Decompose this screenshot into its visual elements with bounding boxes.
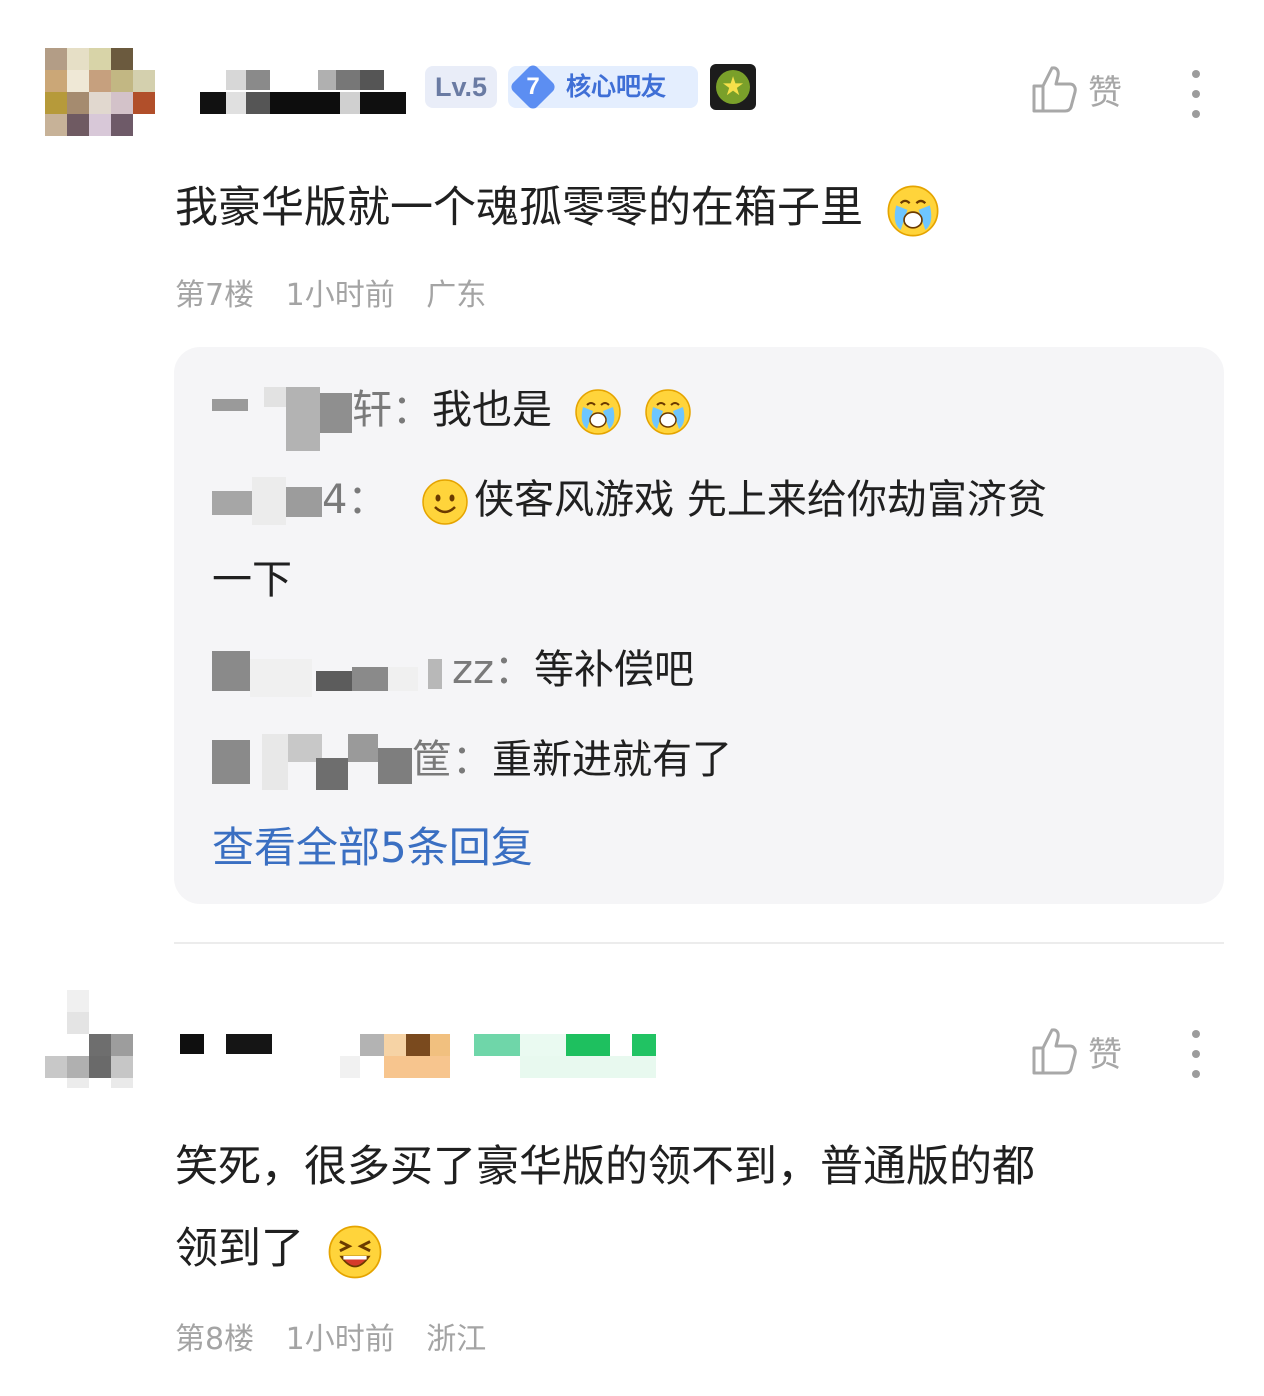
- like-label: 赞: [1088, 72, 1122, 113]
- reply-username-redacted[interactable]: [212, 734, 412, 790]
- comment-text: 笑死，很多买了豪华版的领不到，普通版的都: [175, 1142, 1035, 1192]
- crying-emoji-icon: [887, 185, 939, 236]
- post-time: 1小时前: [285, 1322, 395, 1357]
- crying-emoji-icon: [574, 389, 621, 435]
- reply-text-continued: 一下: [212, 557, 292, 603]
- thumbs-up-icon: [1032, 1028, 1077, 1075]
- divider: [174, 942, 1224, 944]
- reply-item[interactable]: 轩：我也是: [212, 380, 693, 451]
- like-button[interactable]: 赞: [1030, 1026, 1122, 1076]
- reply-item[interactable]: zz：等补偿吧: [212, 640, 694, 700]
- reply-username-redacted[interactable]: [212, 647, 452, 697]
- laughing-emoji-icon: [328, 1225, 382, 1278]
- reply-item[interactable]: 4： 侠客风游戏 先上来给你劫富济贫: [212, 470, 1047, 530]
- comment-text: 我豪华版就一个魂孤零零的在箱子里: [175, 177, 941, 239]
- username-redacted[interactable]: [180, 1034, 660, 1078]
- more-vertical-icon[interactable]: [1192, 70, 1202, 130]
- reply-username-redacted[interactable]: [212, 477, 322, 527]
- like-button[interactable]: 赞: [1030, 64, 1122, 114]
- avatar[interactable]: [45, 990, 157, 1088]
- like-label: 赞: [1088, 1034, 1122, 1075]
- floor-number: 第7楼: [175, 278, 255, 313]
- reply-text: 重新进就有了: [492, 737, 732, 783]
- more-vertical-icon[interactable]: [1192, 1030, 1202, 1090]
- username-redacted[interactable]: [200, 70, 410, 114]
- core-member-badge[interactable]: 7 核心吧友: [508, 62, 698, 112]
- comment-meta: 第7楼 1小时前 广东: [175, 270, 508, 314]
- location: 广东: [426, 278, 487, 313]
- core-member-label: 核心吧友: [566, 72, 667, 101]
- core-level-number: 7: [526, 73, 540, 100]
- crying-emoji-icon: [645, 389, 692, 435]
- comment-meta: 第8楼 1小时前 浙江: [175, 1314, 508, 1358]
- floor-number: 第8楼: [175, 1322, 255, 1357]
- location: 浙江: [426, 1322, 487, 1357]
- reply-username-redacted[interactable]: [212, 387, 352, 451]
- view-all-replies-link[interactable]: 查看全部5条回复: [212, 818, 533, 878]
- comment-text-continued: 领到了: [175, 1218, 384, 1281]
- post-time: 1小时前: [285, 278, 395, 313]
- reply-text: 侠客风游戏 先上来给你劫富济贫: [474, 477, 1047, 523]
- smile-emoji-icon: [422, 479, 468, 525]
- avatar[interactable]: [45, 48, 157, 144]
- level-badge[interactable]: Lv.5: [425, 66, 497, 108]
- reply-text: 等补偿吧: [534, 647, 694, 693]
- reply-item[interactable]: 筐：重新进就有了: [212, 730, 732, 790]
- medal-icon[interactable]: ★: [710, 64, 756, 110]
- thumbs-up-icon: [1032, 66, 1077, 113]
- reply-text: 我也是: [432, 387, 552, 433]
